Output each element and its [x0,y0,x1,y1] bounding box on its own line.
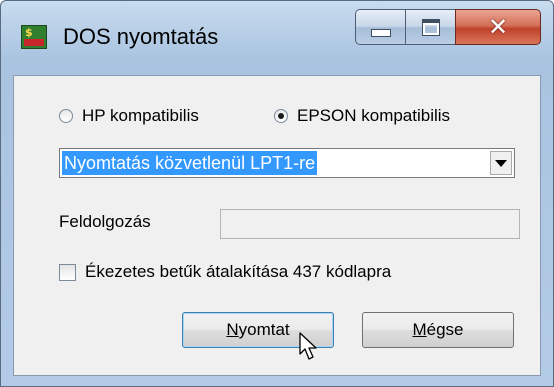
output-method-dropdown[interactable]: Nyomtatás közvetlenül LPT1-re [59,148,515,178]
mouse-cursor-icon [299,332,317,360]
title-bar[interactable]: $ DOS nyomtatás ✕ [1,1,553,75]
dropdown-selected-value: Nyomtatás közvetlenül LPT1-re [62,151,318,175]
app-icon: $ [21,25,47,49]
radio-button[interactable] [59,109,73,123]
processing-progress-bar [220,209,520,239]
minimize-button[interactable] [355,9,405,45]
close-icon: ✕ [487,13,509,41]
dos-print-window: $ DOS nyomtatás ✕ HP kompatibilis EPSON … [0,0,554,387]
radio-label: EPSON kompatibilis [297,106,451,125]
minimize-icon [370,29,391,37]
maximize-icon [421,18,440,36]
convert-codepage-checkbox[interactable] [59,263,76,281]
dropdown-arrow-button[interactable] [490,151,512,175]
window-title: DOS nyomtatás [63,24,219,49]
processing-label: Feldolgozás [59,212,151,231]
radio-button-checked[interactable] [274,109,288,123]
close-button[interactable]: ✕ [455,9,541,45]
chevron-down-icon [495,159,507,167]
cancel-button-label: Mégse [412,320,464,339]
convert-codepage-checkbox-row[interactable]: Ékezetes betűk átalakítása 437 kódlapra [59,262,391,282]
window-controls: ✕ [355,9,541,45]
convert-codepage-label: Ékezetes betűk átalakítása 437 kódlapra [85,262,392,281]
print-button-label: Nyomtat [226,320,290,339]
dialog-body: HP kompatibilis EPSON kompatibilis Nyomt… [13,75,541,376]
maximize-button[interactable] [405,9,455,45]
radio-label: HP kompatibilis [82,106,199,125]
cancel-button[interactable]: Mégse [362,312,514,348]
radio-hp-compatible[interactable]: HP kompatibilis [59,106,199,126]
radio-epson-compatible[interactable]: EPSON kompatibilis [274,106,450,126]
